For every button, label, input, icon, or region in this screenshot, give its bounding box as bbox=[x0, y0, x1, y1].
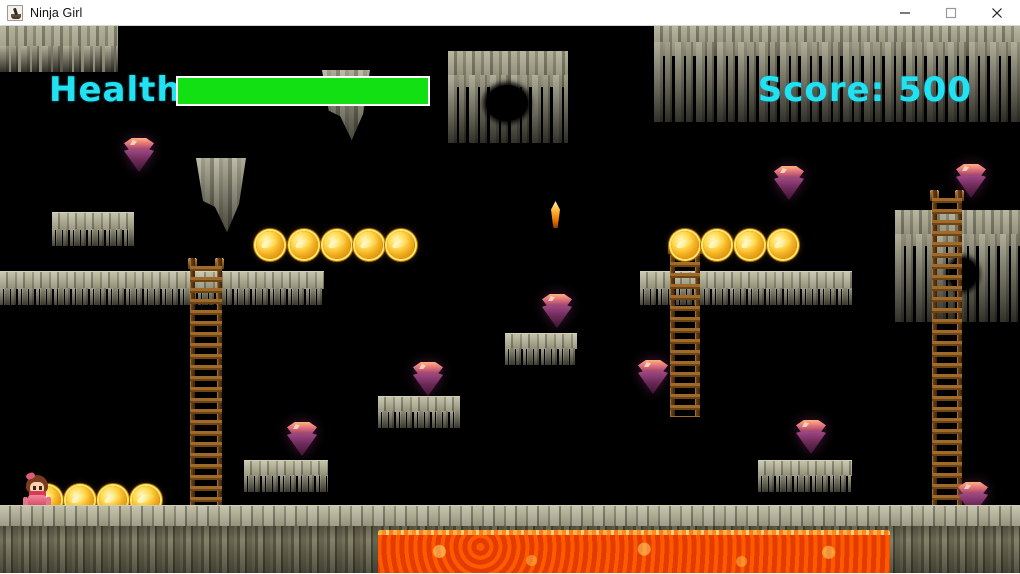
gem-facet-top bbox=[774, 166, 804, 179]
ceiling-rock-left bbox=[0, 26, 118, 72]
title-bar-left: Ninja Girl bbox=[0, 5, 82, 21]
gem-facet-top bbox=[413, 362, 443, 375]
coin[interactable] bbox=[769, 231, 797, 259]
gem[interactable] bbox=[956, 164, 986, 198]
ladder-middle[interactable] bbox=[666, 243, 704, 417]
game-canvas[interactable]: Health Score: 500 bbox=[0, 26, 1020, 573]
gem-facet-bottom bbox=[413, 373, 443, 396]
ceiling-rock-drips bbox=[0, 46, 118, 72]
gem-facet-top bbox=[287, 422, 317, 435]
health-bar bbox=[176, 76, 430, 106]
gem-facet-top bbox=[958, 482, 988, 495]
platform-fringe bbox=[758, 475, 852, 492]
platform-surface bbox=[378, 396, 460, 412]
gem-facet-bottom bbox=[774, 177, 804, 200]
application-window: Ninja Girl bbox=[0, 0, 1020, 574]
gem-facet-top bbox=[542, 294, 572, 307]
gem[interactable] bbox=[796, 420, 826, 454]
player-eye bbox=[39, 486, 42, 490]
platform-fringe bbox=[378, 411, 460, 428]
health-label: Health bbox=[49, 70, 182, 110]
gem-facet-bottom bbox=[796, 431, 826, 454]
lava-pit bbox=[378, 533, 890, 573]
platform-fringe bbox=[0, 288, 198, 305]
gem-facet-bottom bbox=[956, 175, 986, 198]
gem-facet-top bbox=[956, 164, 986, 177]
ladder-left[interactable] bbox=[186, 258, 226, 538]
rock-hole bbox=[486, 85, 528, 121]
flame-projectile-icon bbox=[551, 201, 560, 228]
platform-fringe bbox=[52, 229, 134, 246]
java-coffee-cup-icon bbox=[7, 5, 23, 21]
platform-fringe bbox=[244, 475, 328, 492]
window-title: Ninja Girl bbox=[30, 6, 82, 20]
ceiling-rock-with-hole bbox=[448, 51, 568, 143]
coin[interactable] bbox=[671, 231, 699, 259]
minimize-button[interactable] bbox=[882, 0, 928, 26]
platform-lower-left bbox=[244, 460, 328, 492]
platform-surface bbox=[244, 460, 328, 476]
maximize-button[interactable] bbox=[928, 0, 974, 26]
platform-fringe bbox=[505, 348, 577, 365]
coin[interactable] bbox=[290, 231, 318, 259]
gem[interactable] bbox=[287, 422, 317, 456]
gem-facet-top bbox=[638, 360, 668, 373]
ground-surface bbox=[0, 505, 1020, 526]
platform-lower-right bbox=[758, 460, 852, 492]
ladder-rungs bbox=[190, 266, 222, 538]
gem-facet-bottom bbox=[124, 149, 154, 172]
health-bar-fill bbox=[178, 78, 428, 104]
coin[interactable] bbox=[323, 231, 351, 259]
gem-facet-top bbox=[124, 138, 154, 151]
player-eye bbox=[33, 486, 36, 490]
coin[interactable] bbox=[387, 231, 415, 259]
window-controls bbox=[882, 0, 1020, 26]
gem-facet-bottom bbox=[542, 305, 572, 328]
platform-surface bbox=[758, 460, 852, 476]
gem-facet-bottom bbox=[638, 371, 668, 394]
gem[interactable] bbox=[774, 166, 804, 200]
gem[interactable] bbox=[124, 138, 154, 172]
platform-upper-left-small bbox=[52, 212, 134, 246]
platform-left-long bbox=[0, 271, 198, 305]
coin[interactable] bbox=[256, 231, 284, 259]
platform-surface bbox=[505, 333, 577, 349]
gem[interactable] bbox=[413, 362, 443, 396]
gem-facet-bottom bbox=[287, 433, 317, 456]
stalactite-upper-left bbox=[196, 158, 246, 232]
gem-facet-top bbox=[796, 420, 826, 433]
gem[interactable] bbox=[542, 294, 572, 328]
gem[interactable] bbox=[638, 360, 668, 394]
platform-center-small bbox=[505, 333, 577, 365]
platform-surface bbox=[52, 212, 134, 230]
coin[interactable] bbox=[355, 231, 383, 259]
close-button[interactable] bbox=[974, 0, 1020, 26]
coin[interactable] bbox=[703, 231, 731, 259]
ladder-rungs bbox=[670, 251, 700, 417]
score-display: Score: 500 bbox=[758, 70, 972, 110]
coin[interactable] bbox=[736, 231, 764, 259]
platform-center-low bbox=[378, 396, 460, 428]
title-bar: Ninja Girl bbox=[0, 0, 1020, 26]
platform-surface bbox=[0, 271, 198, 289]
